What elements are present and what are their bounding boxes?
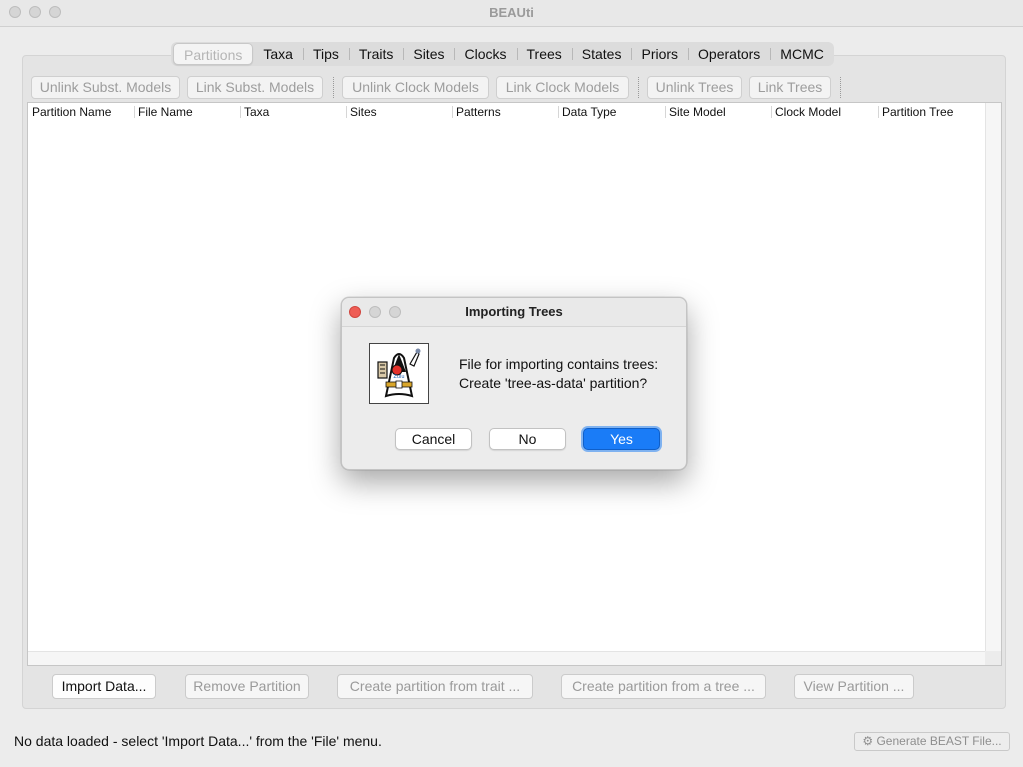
generate-beast-file-label: Generate BEAST File... — [876, 734, 1002, 748]
java-duke-icon: Zulu — [369, 343, 429, 404]
tab-clocks[interactable]: Clocks — [454, 43, 516, 65]
column-file-name[interactable]: File Name — [138, 105, 193, 119]
window-title: BEAUti — [489, 5, 534, 20]
column-divider — [665, 106, 666, 118]
dialog-titlebar: Importing Trees — [342, 298, 686, 327]
dialog-message: File for importing contains trees: Creat… — [459, 355, 658, 393]
dialog-title: Importing Trees — [465, 304, 563, 319]
column-divider — [240, 106, 241, 118]
link-clock-models-button[interactable]: Link Clock Models — [496, 76, 629, 99]
yes-button[interactable]: Yes — [583, 428, 660, 450]
column-patterns[interactable]: Patterns — [456, 105, 501, 119]
column-divider — [878, 106, 879, 118]
column-divider — [771, 106, 772, 118]
column-site-model[interactable]: Site Model — [669, 105, 726, 119]
tab-trees[interactable]: Trees — [516, 43, 572, 65]
tab-tips[interactable]: Tips — [302, 43, 349, 65]
gear-icon: ⚙ — [862, 734, 874, 748]
column-partition-name[interactable]: Partition Name — [32, 105, 111, 119]
link-subst-models-button[interactable]: Link Subst. Models — [187, 76, 323, 99]
unlink-subst-models-button[interactable]: Unlink Subst. Models — [31, 76, 180, 99]
column-divider — [346, 106, 347, 118]
vertical-scrollbar[interactable] — [985, 103, 1001, 651]
toolbar-separator — [638, 77, 639, 98]
tab-states[interactable]: States — [571, 43, 632, 65]
tab-mcmc[interactable]: MCMC — [770, 43, 834, 65]
importing-trees-dialog: Importing Trees Zulu File for importing … — [341, 297, 687, 470]
scroll-corner — [985, 651, 1001, 665]
column-divider — [452, 106, 453, 118]
toolbar-separator — [840, 77, 841, 98]
tab-traits[interactable]: Traits — [348, 43, 403, 65]
tab-operators[interactable]: Operators — [688, 43, 770, 65]
unlink-clock-models-button[interactable]: Unlink Clock Models — [342, 76, 489, 99]
unlink-trees-button[interactable]: Unlink Trees — [647, 76, 742, 99]
tab-taxa[interactable]: Taxa — [253, 43, 303, 65]
remove-partition-button[interactable]: Remove Partition — [185, 674, 309, 699]
column-divider — [558, 106, 559, 118]
horizontal-scrollbar[interactable] — [28, 651, 985, 665]
status-message: No data loaded - select 'Import Data...'… — [14, 733, 382, 749]
table-header: Partition Name File Name Taxa Sites Patt… — [28, 103, 985, 121]
view-partition-button[interactable]: View Partition ... — [794, 674, 914, 699]
tab-priors[interactable]: Priors — [631, 43, 688, 65]
import-data-button[interactable]: Import Data... — [52, 674, 156, 699]
window-titlebar: BEAUti — [0, 0, 1023, 27]
column-data-type[interactable]: Data Type — [562, 105, 616, 119]
create-partition-from-trait-button[interactable]: Create partition from trait ... — [337, 674, 533, 699]
column-partition-tree[interactable]: Partition Tree — [882, 105, 953, 119]
no-button[interactable]: No — [489, 428, 566, 450]
tab-bar: Partitions Taxa Tips Traits Sites Clocks… — [171, 42, 834, 66]
column-taxa[interactable]: Taxa — [244, 105, 269, 119]
link-trees-button[interactable]: Link Trees — [749, 76, 831, 99]
toolbar-separator — [333, 77, 334, 98]
column-sites[interactable]: Sites — [350, 105, 377, 119]
cancel-button[interactable]: Cancel — [395, 428, 472, 450]
tab-partitions[interactable]: Partitions — [173, 43, 254, 65]
dialog-message-line1: File for importing contains trees: — [459, 356, 659, 372]
column-divider — [134, 106, 135, 118]
svg-text:Zulu: Zulu — [393, 374, 404, 380]
create-partition-from-tree-button[interactable]: Create partition from a tree ... — [561, 674, 766, 699]
generate-beast-file-button[interactable]: ⚙ Generate BEAST File... — [854, 732, 1010, 751]
column-clock-model[interactable]: Clock Model — [775, 105, 841, 119]
dialog-message-line2: Create 'tree-as-data' partition? — [459, 375, 648, 391]
tab-sites[interactable]: Sites — [403, 43, 454, 65]
